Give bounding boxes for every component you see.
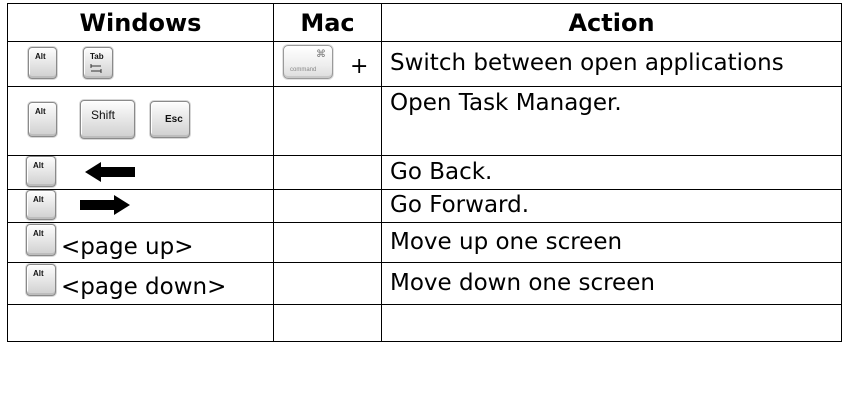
mac-cell	[273, 222, 382, 263]
mac-cell	[273, 86, 382, 156]
esc-key-icon: Esc	[150, 101, 190, 138]
tab-arrows-icon	[90, 64, 102, 73]
alt-key-icon: Alt	[28, 47, 57, 79]
table-row: Alt Go Back.	[7, 155, 842, 190]
shortcuts-table: Windows Mac Action Alt Tab ⌘ command + S…	[7, 3, 842, 342]
page-up-text: <page up>	[61, 234, 194, 260]
action-cell	[381, 304, 842, 342]
mac-cell	[273, 155, 382, 190]
plus-sign: +	[350, 54, 369, 79]
page-down-text: <page down>	[61, 274, 227, 300]
table-row: Alt Shift Esc Open Task Manager.	[7, 86, 842, 156]
windows-cell: Alt <page up>	[7, 222, 274, 263]
alt-key-icon: Alt	[26, 224, 56, 256]
action-header: Action	[381, 3, 842, 42]
action-cell: Switch between open applications	[381, 41, 842, 87]
mac-cell	[273, 262, 382, 305]
command-key-icon: ⌘ command	[283, 45, 333, 79]
windows-cell: Alt Shift Esc	[7, 86, 274, 156]
alt-key-icon: Alt	[26, 264, 56, 296]
windows-cell: Alt Tab	[7, 41, 274, 87]
mac-cell	[273, 304, 382, 342]
alt-key-icon: Alt	[26, 190, 56, 220]
windows-cell: Alt	[7, 189, 274, 223]
action-cell: Open Task Manager.	[381, 86, 842, 156]
table-row: Alt Go Forward.	[7, 189, 842, 223]
windows-cell: Alt	[7, 155, 274, 190]
left-arrow-icon	[85, 162, 135, 182]
alt-key-icon: Alt	[28, 102, 57, 137]
right-arrow-icon	[80, 195, 130, 215]
mac-header: Mac	[273, 3, 382, 42]
mac-cell: ⌘ command +	[273, 41, 382, 87]
alt-key-icon: Alt	[26, 156, 56, 187]
tab-key-icon: Tab	[83, 47, 113, 79]
action-cell: Move up one screen	[381, 222, 842, 263]
mac-cell	[273, 189, 382, 223]
table-row: Alt Tab ⌘ command + Switch between open …	[7, 41, 842, 87]
shift-key-icon: Shift	[80, 100, 135, 139]
header-row: Windows Mac Action	[7, 3, 842, 42]
table-row	[7, 304, 842, 342]
action-cell: Go Forward.	[381, 189, 842, 223]
windows-header: Windows	[7, 3, 274, 42]
windows-cell	[7, 304, 274, 342]
action-cell: Move down one screen	[381, 262, 842, 305]
table-row: Alt <page down> Move down one screen	[7, 262, 842, 305]
windows-cell: Alt <page down>	[7, 262, 274, 305]
action-cell: Go Back.	[381, 155, 842, 190]
table-row: Alt <page up> Move up one screen	[7, 222, 842, 263]
